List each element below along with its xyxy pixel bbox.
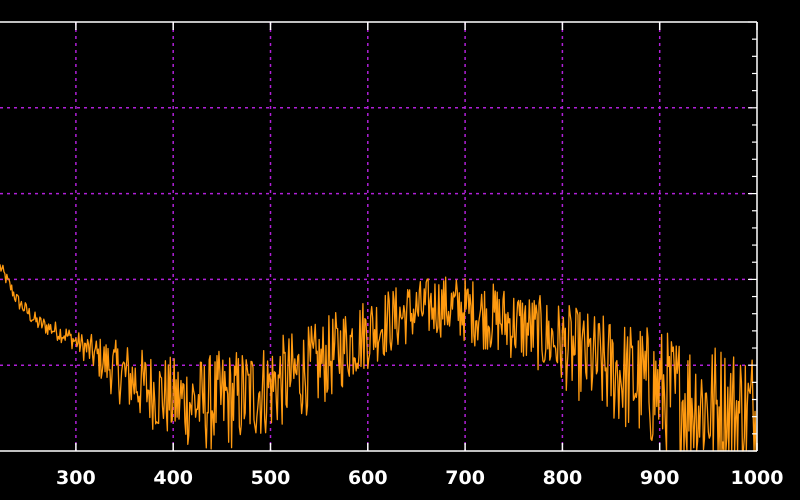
spectrum-chart: 300 400 500 600 700 800 900 1000 bbox=[0, 0, 800, 500]
x-tick-label: 400 bbox=[153, 467, 193, 489]
x-tick-label: 700 bbox=[445, 467, 485, 489]
x-tick-label: 500 bbox=[251, 467, 291, 489]
x-tick-label: 800 bbox=[543, 467, 583, 489]
x-tick-label: 900 bbox=[640, 467, 680, 489]
x-tick-label: 600 bbox=[348, 467, 388, 489]
x-tick-label: 300 bbox=[56, 467, 96, 489]
x-tick-label: 1000 bbox=[731, 467, 784, 489]
